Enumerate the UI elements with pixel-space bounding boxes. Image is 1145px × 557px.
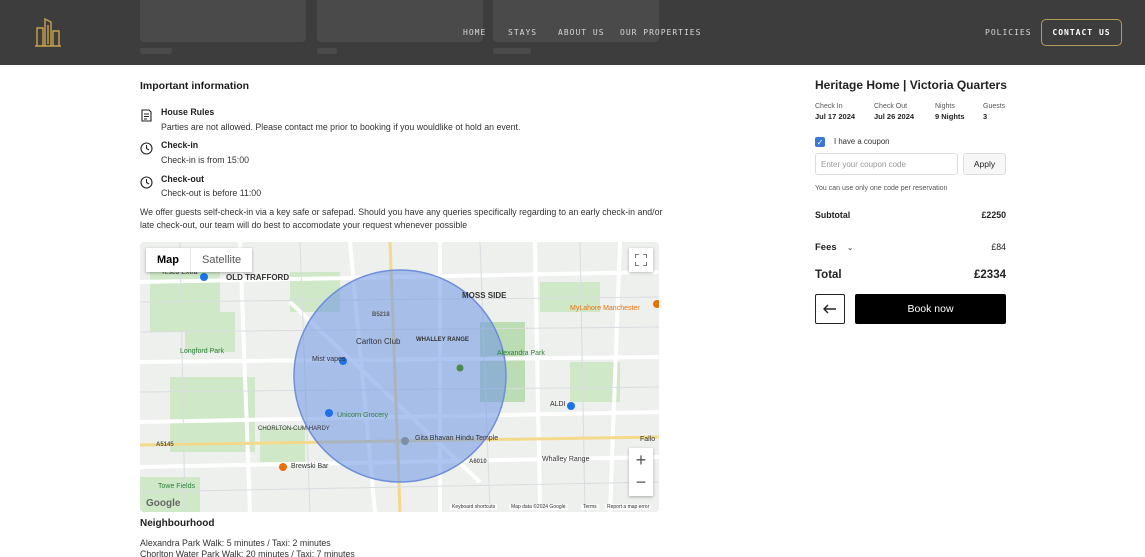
park-area bbox=[185, 312, 235, 352]
subtotal-value: £2250 bbox=[981, 210, 1006, 220]
nights-value: 9 Nights bbox=[935, 112, 965, 121]
nights-info: Nights 9 Nights bbox=[935, 103, 965, 121]
nav-home-link[interactable]: HOME bbox=[463, 28, 486, 37]
brand-logo-icon[interactable] bbox=[34, 17, 62, 47]
zoom-in-icon[interactable]: + bbox=[636, 448, 647, 472]
map-label: Mist vapes bbox=[312, 356, 346, 363]
map-label: Brewski Bar bbox=[291, 463, 329, 470]
map-label: MyLahore Manchester bbox=[570, 305, 640, 312]
worship-marker-icon[interactable] bbox=[401, 437, 409, 445]
map-label: Carlton Club bbox=[356, 337, 401, 346]
coupon-note: You can use only one code per reservatio… bbox=[815, 185, 948, 192]
map-type-tabs: Map Satellite bbox=[146, 248, 253, 272]
road-label: A6010 bbox=[469, 459, 487, 465]
fullscreen-icon[interactable] bbox=[629, 248, 653, 272]
neighbourhood-item: Alexandra Park Walk: 5 minutes / Taxi: 2… bbox=[140, 538, 331, 548]
fees-text: Fees bbox=[815, 242, 837, 253]
book-now-button[interactable]: Book now bbox=[855, 294, 1006, 324]
terms-link[interactable]: Terms bbox=[581, 504, 599, 510]
house-rules-title: House Rules bbox=[161, 107, 215, 117]
chevron-down-icon[interactable]: ⌄ bbox=[847, 245, 853, 252]
check-out-title: Check-out bbox=[161, 174, 205, 184]
check-out-text: Check-out is before 11:00 bbox=[161, 188, 262, 198]
zoom-controls: + − bbox=[629, 448, 653, 496]
fees-label[interactable]: Fees ⌄ bbox=[815, 242, 853, 253]
location-radius-circle bbox=[293, 269, 507, 483]
map-label: Alexandra Park bbox=[497, 350, 545, 357]
report-map-error-link[interactable]: Report a map error bbox=[605, 504, 652, 510]
coupon-code-input[interactable] bbox=[815, 153, 958, 175]
check-out-label: Check Out bbox=[874, 103, 908, 110]
property-title: Heritage Home | Victoria Quarters bbox=[815, 78, 1007, 92]
map-tab-map[interactable]: Map bbox=[146, 248, 190, 272]
nav-stays-link[interactable]: STAYS bbox=[508, 28, 537, 37]
coupon-checkbox[interactable]: ✓ bbox=[815, 137, 825, 147]
map-label: Longford Park bbox=[180, 348, 224, 355]
keyboard-shortcuts-link[interactable]: Keyboard shortcuts bbox=[450, 504, 498, 510]
map-canvas[interactable] bbox=[140, 242, 659, 512]
clock-icon bbox=[140, 142, 153, 155]
bar-marker-icon[interactable] bbox=[279, 463, 287, 471]
apply-coupon-button[interactable]: Apply bbox=[963, 153, 1006, 175]
check-in-info: Check In Jul 17 2024 bbox=[815, 103, 855, 121]
thumbnail-caption bbox=[140, 48, 172, 54]
road-label: B5218 bbox=[372, 312, 390, 318]
arrow-left-icon bbox=[823, 304, 836, 314]
shop-marker-icon[interactable] bbox=[325, 409, 333, 417]
subtotal-label: Subtotal bbox=[815, 210, 851, 220]
google-logo[interactable]: Google bbox=[146, 498, 180, 509]
check-in-label: Check In bbox=[815, 103, 843, 110]
map-label: ALDI bbox=[550, 401, 566, 408]
check-in-title: Check-in bbox=[161, 140, 199, 150]
map-data-attribution: Map data ©2024 Google bbox=[509, 504, 568, 510]
map-label: WHALLEY RANGE bbox=[416, 337, 469, 343]
map-label: MOSS SIDE bbox=[462, 291, 507, 300]
gallery-thumbnail[interactable] bbox=[140, 0, 306, 42]
neighbourhood-heading: Neighbourhood bbox=[140, 518, 215, 529]
total-label: Total bbox=[815, 269, 842, 281]
map-tab-satellite[interactable]: Satellite bbox=[190, 248, 253, 272]
map-label: OLD TRAFFORD bbox=[226, 273, 290, 282]
clock-icon bbox=[140, 176, 153, 189]
nav-policies-link[interactable]: POLICIES bbox=[985, 28, 1032, 37]
check-in-date: Jul 17 2024 bbox=[815, 112, 856, 121]
contact-us-button[interactable]: CONTACT US bbox=[1041, 19, 1122, 46]
nav-properties-link[interactable]: OUR PROPERTIES bbox=[620, 28, 701, 37]
shop-marker-icon[interactable] bbox=[567, 402, 575, 410]
fees-value: £84 bbox=[991, 242, 1006, 252]
zoom-out-icon[interactable]: − bbox=[636, 472, 647, 496]
check-in-text: Check-in is from 15:00 bbox=[161, 155, 250, 165]
map-label: CHORLTON-CUM-HARDY bbox=[258, 426, 330, 432]
gallery-thumbnail[interactable] bbox=[317, 0, 483, 42]
neighbourhood-item: Chorlton Water Park Walk: 20 minutes / T… bbox=[140, 549, 355, 557]
road-label: A5145 bbox=[156, 442, 174, 448]
check-out-date: Jul 26 2024 bbox=[874, 112, 915, 121]
important-info-heading: Important information bbox=[140, 80, 250, 92]
park-marker-icon[interactable] bbox=[456, 364, 464, 372]
location-map[interactable]: Tesco Extra OLD TRAFFORD MOSS SIDE MyLah… bbox=[140, 242, 659, 512]
check-out-info: Check Out Jul 26 2024 bbox=[874, 103, 914, 121]
self-check-in-paragraph: We offer guests self-check-in via a key … bbox=[140, 207, 663, 230]
top-navigation-bar: HOME STAYS ABOUT US OUR PROPERTIES POLIC… bbox=[0, 0, 1145, 65]
map-label: Whalley Range bbox=[542, 456, 590, 463]
house-rules-text: Parties are not allowed. Please contact … bbox=[161, 122, 521, 132]
guests-value: 3 bbox=[983, 112, 988, 121]
thumbnail-caption bbox=[493, 48, 531, 54]
map-label: Fallo bbox=[640, 436, 656, 443]
nights-label: Nights bbox=[935, 103, 955, 110]
nav-about-link[interactable]: ABOUT US bbox=[558, 28, 605, 37]
map-label: Unicorn Grocery bbox=[337, 412, 388, 419]
back-button[interactable] bbox=[815, 294, 845, 324]
guests-info: Guests 3 bbox=[983, 103, 1005, 121]
thumbnail-caption bbox=[317, 48, 337, 54]
total-value: £2334 bbox=[974, 269, 1006, 281]
map-label: Gita Bhavan Hindu Temple bbox=[415, 435, 499, 442]
document-icon bbox=[141, 109, 152, 122]
guests-label: Guests bbox=[983, 103, 1006, 110]
map-label: Towe Fields bbox=[158, 483, 195, 490]
shop-marker-icon[interactable] bbox=[200, 273, 208, 281]
coupon-checkbox-label[interactable]: I have a coupon bbox=[834, 137, 890, 146]
